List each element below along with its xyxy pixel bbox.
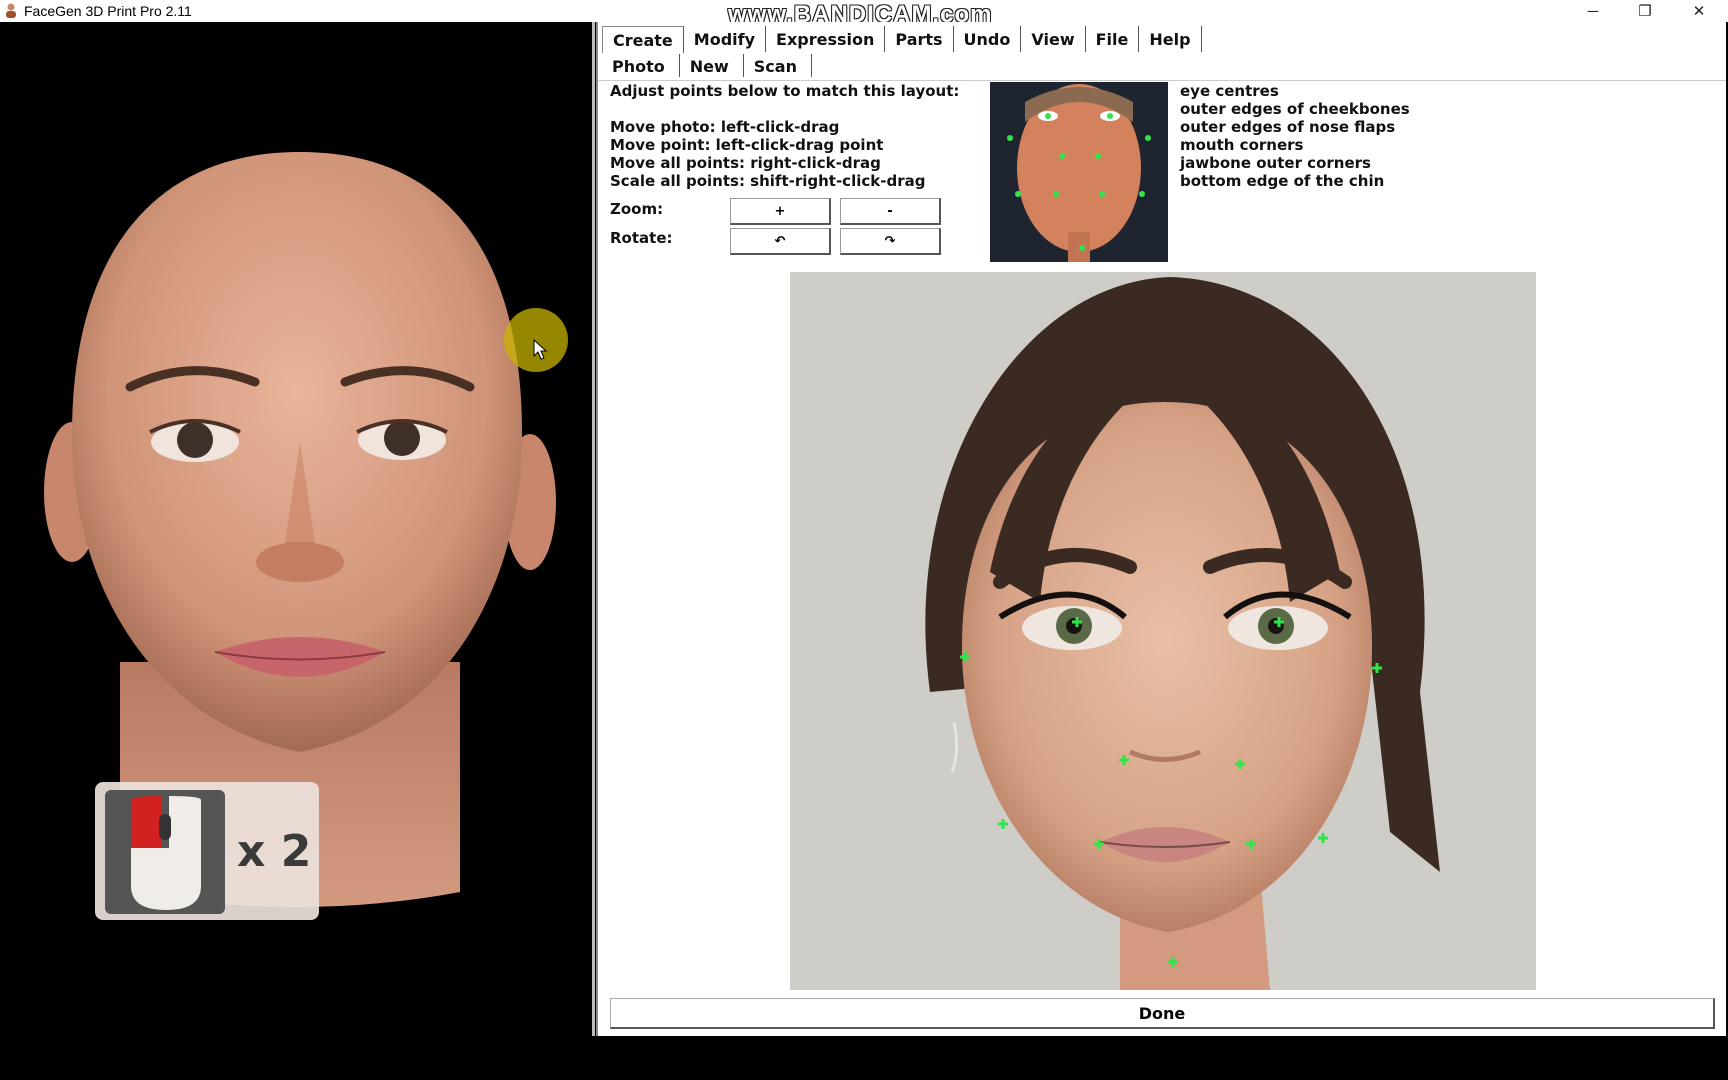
menu-create[interactable]: Create <box>602 26 684 53</box>
legend-item: bottom edge of the chin <box>1180 172 1385 190</box>
legend-item: jawbone outer corners <box>1180 154 1371 172</box>
menu-undo[interactable]: Undo <box>954 26 1022 52</box>
menu-parts[interactable]: Parts <box>885 26 954 52</box>
tab-new[interactable]: New <box>680 54 744 77</box>
tab-photo[interactable]: Photo <box>602 54 680 77</box>
rotate-label: Rotate: <box>610 229 673 247</box>
restore-button[interactable]: ❐ <box>1622 0 1668 22</box>
click-count: x 2 <box>237 826 312 877</box>
tab-scan[interactable]: Scan <box>744 54 812 77</box>
menu-file[interactable]: File <box>1086 26 1140 52</box>
divider <box>598 80 1726 81</box>
close-button[interactable]: ✕ <box>1676 0 1722 22</box>
reference-layout-image <box>990 82 1168 262</box>
done-button[interactable]: Done <box>610 998 1715 1029</box>
photo-fit-panel: Create Modify Expression Parts Undo View… <box>596 22 1726 1036</box>
menu-modify[interactable]: Modify <box>684 26 767 52</box>
minimize-button[interactable]: ─ <box>1570 0 1616 22</box>
mouse-hint-overlay: x 2 <box>95 782 319 920</box>
sub-menu: Photo New Scan <box>602 54 812 78</box>
legend-item: outer edges of nose flaps <box>1180 118 1396 136</box>
legend-item: outer edges of cheekbones <box>1180 100 1410 118</box>
mouse-right-click-icon <box>105 790 225 914</box>
menu-help[interactable]: Help <box>1139 26 1202 52</box>
instruction-line: Scale all points: shift-right-click-drag <box>610 172 926 190</box>
app-icon <box>6 3 16 18</box>
rotate-cw-button[interactable]: ↷ <box>840 228 941 255</box>
instructions-heading: Adjust points below to match this layout… <box>610 82 960 100</box>
zoom-in-button[interactable]: + <box>730 198 831 225</box>
menu-view[interactable]: View <box>1021 26 1086 52</box>
cursor-highlight <box>504 308 568 372</box>
legend-item: mouth corners <box>1180 136 1304 154</box>
photo-landmark-canvas[interactable] <box>790 272 1536 990</box>
legend-item: eye centres <box>1180 82 1279 100</box>
3d-head-viewport[interactable]: x 2 <box>0 22 595 1036</box>
taskbar-area <box>0 1036 1728 1080</box>
menu-expression[interactable]: Expression <box>766 26 886 52</box>
main-menu: Create Modify Expression Parts Undo View… <box>602 26 1202 53</box>
instruction-line: Move all points: right-click-drag <box>610 154 881 172</box>
rotate-ccw-button[interactable]: ↶ <box>730 228 831 255</box>
title-bar: FaceGen 3D Print Pro 2.11 www.BANDICAM.c… <box>0 0 1728 28</box>
zoom-out-button[interactable]: - <box>840 198 941 225</box>
instruction-line: Move photo: left-click-drag <box>610 118 840 136</box>
zoom-label: Zoom: <box>610 200 664 218</box>
instruction-line: Move point: left-click-drag point <box>610 136 884 154</box>
window-title: FaceGen 3D Print Pro 2.11 <box>24 3 192 19</box>
